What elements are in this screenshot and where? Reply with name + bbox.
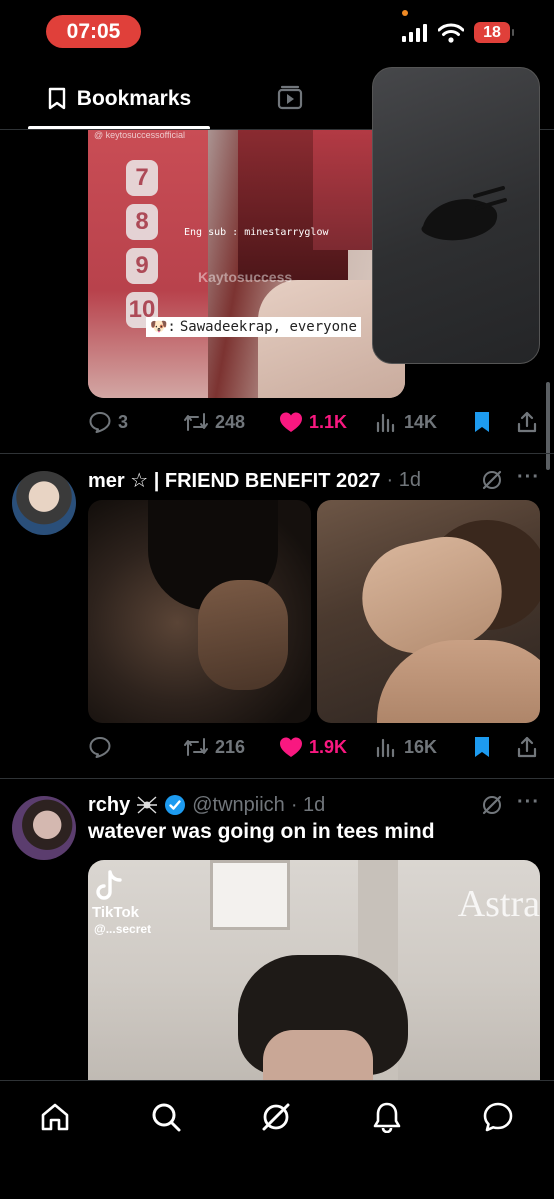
repost-count: 248 — [215, 411, 246, 432]
views-button[interactable]: 16K — [376, 732, 437, 762]
messages-icon[interactable] — [482, 1101, 514, 1133]
pip-scribble — [421, 186, 507, 241]
privacy-indicator — [402, 10, 408, 16]
tweet3-header: rchy @twnpiich · 1d — [88, 790, 325, 820]
tweet2-image-1[interactable] — [88, 500, 311, 723]
reply-icon — [89, 737, 111, 758]
signal-icon — [402, 23, 427, 42]
tweet-divider — [0, 453, 554, 454]
share-icon — [517, 411, 537, 433]
tab-bookmarks-label: Bookmarks — [76, 87, 192, 110]
display-name[interactable]: rchy — [88, 794, 130, 817]
number-stickers: 7 8 9 10 — [126, 160, 158, 328]
bottom-nav — [0, 1080, 554, 1199]
share-button[interactable] — [516, 732, 538, 762]
bookmark-icon — [475, 737, 489, 757]
timestamp[interactable]: · 1d — [387, 469, 421, 492]
bookmark-icon — [475, 412, 489, 432]
home-icon[interactable] — [39, 1101, 71, 1133]
repost-icon — [184, 413, 208, 431]
more-icon[interactable]: ··· — [517, 791, 540, 814]
repost-button[interactable]: 248 — [183, 407, 245, 437]
display-name[interactable]: mer ☆ | FRIEND BENEFIT 2027 — [88, 468, 381, 493]
like-button[interactable]: 1.9K — [279, 732, 347, 762]
grok-icon[interactable] — [481, 794, 503, 816]
tiktok-watermark: TikTok — [92, 870, 139, 921]
like-count: 1.9K — [309, 736, 348, 757]
battery-indicator: 18 — [474, 22, 514, 43]
notifications-icon[interactable] — [371, 1101, 403, 1133]
views-icon — [376, 413, 395, 433]
views-button[interactable]: 14K — [376, 407, 437, 437]
grok-icon[interactable] — [481, 469, 503, 491]
tiktok-icon — [96, 870, 122, 900]
subtitle-credit: Eng sub : minestarryglow — [184, 227, 329, 238]
bookmark-tab-icon — [48, 87, 65, 110]
reply-icon — [89, 412, 111, 433]
tab-bookmarks[interactable]: Bookmarks — [28, 68, 210, 130]
tiktok-username: @...secret — [94, 922, 152, 936]
views-count: 14K — [404, 411, 438, 432]
wifi-icon — [438, 23, 464, 43]
reply-button[interactable]: 3 — [88, 407, 128, 437]
share-icon — [517, 736, 537, 758]
search-icon[interactable] — [150, 1101, 182, 1133]
picture-in-picture-window[interactable] — [372, 67, 540, 364]
video-caption-text: Sawadeekrap, everyone — [179, 319, 357, 335]
like-button[interactable]: 1.1K — [279, 407, 347, 437]
repost-button[interactable]: 216 — [183, 732, 245, 762]
views-icon — [376, 738, 395, 758]
reply-button[interactable] — [88, 732, 112, 762]
reply-count: 3 — [118, 411, 129, 432]
video-brand: Kaytosuccess — [198, 269, 293, 285]
repost-count: 216 — [215, 736, 246, 757]
share-button[interactable] — [516, 407, 538, 437]
avatar[interactable] — [12, 471, 76, 535]
status-time: 07:05 — [46, 15, 141, 48]
tab-video[interactable] — [277, 85, 303, 111]
avatar[interactable] — [12, 796, 76, 860]
tiktok-label: TikTok — [92, 904, 139, 921]
spider-icon — [137, 796, 158, 814]
tweet2-image-2[interactable] — [317, 500, 540, 723]
like-icon — [280, 737, 302, 757]
number-sticker: 9 — [126, 248, 158, 284]
timestamp[interactable]: · 1d — [291, 794, 325, 817]
tweet2-actions: 216 1.9K 16K — [88, 732, 540, 762]
like-count: 1.1K — [309, 411, 348, 432]
grok-icon[interactable] — [260, 1101, 292, 1133]
tweet-text: watever was going on in tees mind — [88, 820, 435, 843]
like-icon — [280, 412, 302, 432]
more-icon[interactable]: ··· — [517, 466, 540, 489]
tweet3-video[interactable]: TikTok @...secret Astra — [88, 860, 540, 1100]
views-count: 16K — [404, 736, 438, 757]
tweet-divider — [0, 778, 554, 779]
tweet1-video[interactable]: @ keytosuccessofficial 7 8 9 10 Eng sub … — [88, 130, 405, 398]
status-icons: 18 — [402, 22, 514, 43]
handle[interactable]: @twnpiich — [192, 794, 285, 817]
number-sticker: 7 — [126, 160, 158, 196]
bookmark-button[interactable] — [472, 732, 492, 762]
video-brand: Astra — [457, 883, 540, 925]
repost-icon — [184, 738, 208, 756]
tweet1-actions: 3 248 1.1K 14K — [88, 407, 540, 437]
video-caption: 🐶: Sawadeekrap, everyone — [146, 317, 361, 337]
scrollbar[interactable] — [546, 382, 550, 470]
tweet2-header: mer ☆ | FRIEND BENEFIT 2027 · 1d — [88, 465, 421, 495]
verified-icon — [165, 795, 186, 815]
bookmark-button[interactable] — [472, 407, 492, 437]
video-tab-icon — [277, 85, 303, 110]
dog-emoji-icon: 🐶: — [150, 319, 176, 335]
video-watermark: @ keytosuccessofficial — [94, 130, 186, 140]
number-sticker: 8 — [126, 204, 158, 240]
